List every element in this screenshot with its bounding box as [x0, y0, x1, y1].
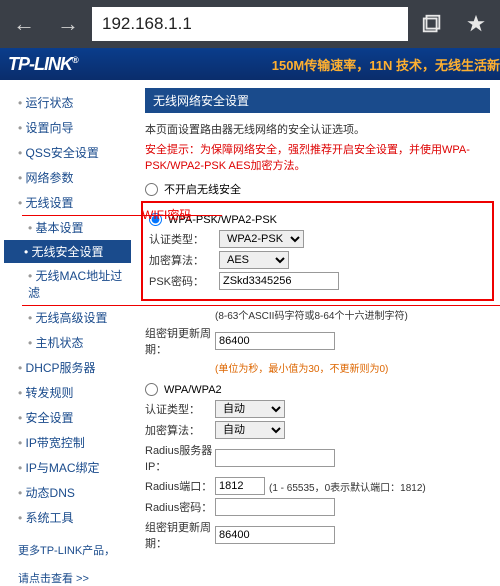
psk-enc-label: 加密算法： — [149, 252, 219, 268]
wpa-enc-select[interactable]: 自动 — [215, 421, 285, 439]
radius-port-input[interactable] — [215, 477, 265, 495]
forward-button[interactable]: → — [48, 6, 88, 42]
radio-none[interactable] — [145, 183, 158, 196]
psk-rekey-label: 组密钥更新周期： — [145, 325, 215, 357]
url-bar[interactable]: 192.168.1.1 — [92, 7, 408, 41]
content-panel: 无线网络安全设置 本页面设置路由器无线网络的安全认证选项。 安全提示：为保障网络… — [135, 80, 500, 550]
sidebar-nav: 运行状态设置向导QSS安全设置网络参数无线设置基本设置无线安全设置无线MAC地址… — [0, 80, 135, 550]
wpa-rekey-label: 组密钥更新周期： — [145, 519, 215, 550]
sidebar-item-6[interactable]: 无线安全设置 — [4, 240, 131, 263]
sidebar-item-12[interactable]: 安全设置 — [8, 405, 127, 430]
browser-toolbar: ← → 192.168.1.1 — [0, 0, 500, 48]
sidebar-item-8[interactable]: 无线高级设置 — [8, 305, 127, 330]
psk-pwd-hint: (8-63个ASCII码字符或8-64个十六进制字符) — [215, 307, 490, 322]
sidebar-item-0[interactable]: 运行状态 — [8, 90, 127, 115]
sidebar-item-10[interactable]: DHCP服务器 — [8, 355, 127, 380]
psk-pwd-input[interactable] — [219, 272, 339, 290]
sidebar-item-15[interactable]: 动态DNS — [8, 480, 127, 505]
sidebar-item-13[interactable]: IP带宽控制 — [8, 430, 127, 455]
radius-ip-input[interactable] — [215, 449, 335, 467]
highlighted-psk-box: WPA-PSK/WPA2-PSK 认证类型：WPA2-PSK 加密算法：AES … — [141, 201, 494, 301]
wpa-auth-select[interactable]: 自动 — [215, 400, 285, 418]
radius-pwd-input[interactable] — [215, 498, 335, 516]
sidebar-item-14[interactable]: IP与MAC绑定 — [8, 455, 127, 480]
psk-pwd-label: PSK密码： — [149, 273, 219, 289]
sidebar-item-9[interactable]: 主机状态 — [8, 330, 127, 355]
tagline: 150M传输速率，11N 技术，无线生活新 — [272, 55, 500, 74]
wpa-rekey-input[interactable] — [215, 526, 335, 544]
radius-ip-label: Radius服务器IP： — [145, 442, 215, 474]
sidebar-item-5[interactable]: 基本设置 — [8, 215, 127, 240]
wpa-auth-label: 认证类型： — [145, 401, 215, 417]
wifi-password-annotation: WIFI密码 — [142, 206, 191, 223]
radio-wpa[interactable] — [145, 383, 158, 396]
router-header: TP-LINK® 150M传输速率，11N 技术，无线生活新 — [0, 48, 500, 80]
panel-title: 无线网络安全设置 — [145, 88, 490, 113]
psk-enc-select[interactable]: AES — [219, 251, 289, 269]
psk-auth-label: 认证类型： — [149, 231, 219, 247]
panel-warning: 安全提示：为保障网络安全，强烈推荐开启安全设置，并使用WPA-PSK/WPA2-… — [145, 141, 490, 173]
sidebar-item-3[interactable]: 网络参数 — [8, 165, 127, 190]
sidebar-item-2[interactable]: QSS安全设置 — [8, 140, 127, 165]
wpa-enc-label: 加密算法： — [145, 422, 215, 438]
bookmark-icon[interactable] — [456, 6, 496, 42]
tabs-icon[interactable] — [412, 6, 452, 42]
radius-pwd-label: Radius密码： — [145, 499, 215, 515]
sidebar-item-16[interactable]: 系统工具 — [8, 505, 127, 530]
psk-rekey-hint: (单位为秒，最小值为30，不更新则为0) — [215, 360, 490, 375]
back-button[interactable]: ← — [4, 6, 44, 42]
psk-auth-select[interactable]: WPA2-PSK — [219, 230, 304, 248]
panel-intro: 本页面设置路由器无线网络的安全认证选项。 — [145, 121, 490, 137]
sidebar-item-4[interactable]: 无线设置 — [8, 190, 127, 215]
radius-port-label: Radius端口： — [145, 478, 215, 494]
psk-rekey-input[interactable] — [215, 332, 335, 350]
sidebar-item-7[interactable]: 无线MAC地址过滤 — [8, 263, 127, 305]
help-link[interactable]: 请点击查看 >> — [8, 570, 127, 586]
sidebar-item-1[interactable]: 设置向导 — [8, 115, 127, 140]
brand-logo: TP-LINK® — [0, 54, 86, 75]
sidebar-item-11[interactable]: 转发规则 — [8, 380, 127, 405]
main-area: WIFI密码 运行状态设置向导QSS安全设置网络参数无线设置基本设置无线安全设置… — [0, 80, 500, 550]
radio-none-label: 不开启无线安全 — [164, 181, 241, 197]
help-text-1: 更多TP-LINK产品， — [8, 542, 127, 558]
radio-wpa-label: WPA/WPA2 — [164, 384, 222, 396]
radius-port-hint: (1 - 65535，0表示默认端口：1812) — [269, 479, 426, 494]
